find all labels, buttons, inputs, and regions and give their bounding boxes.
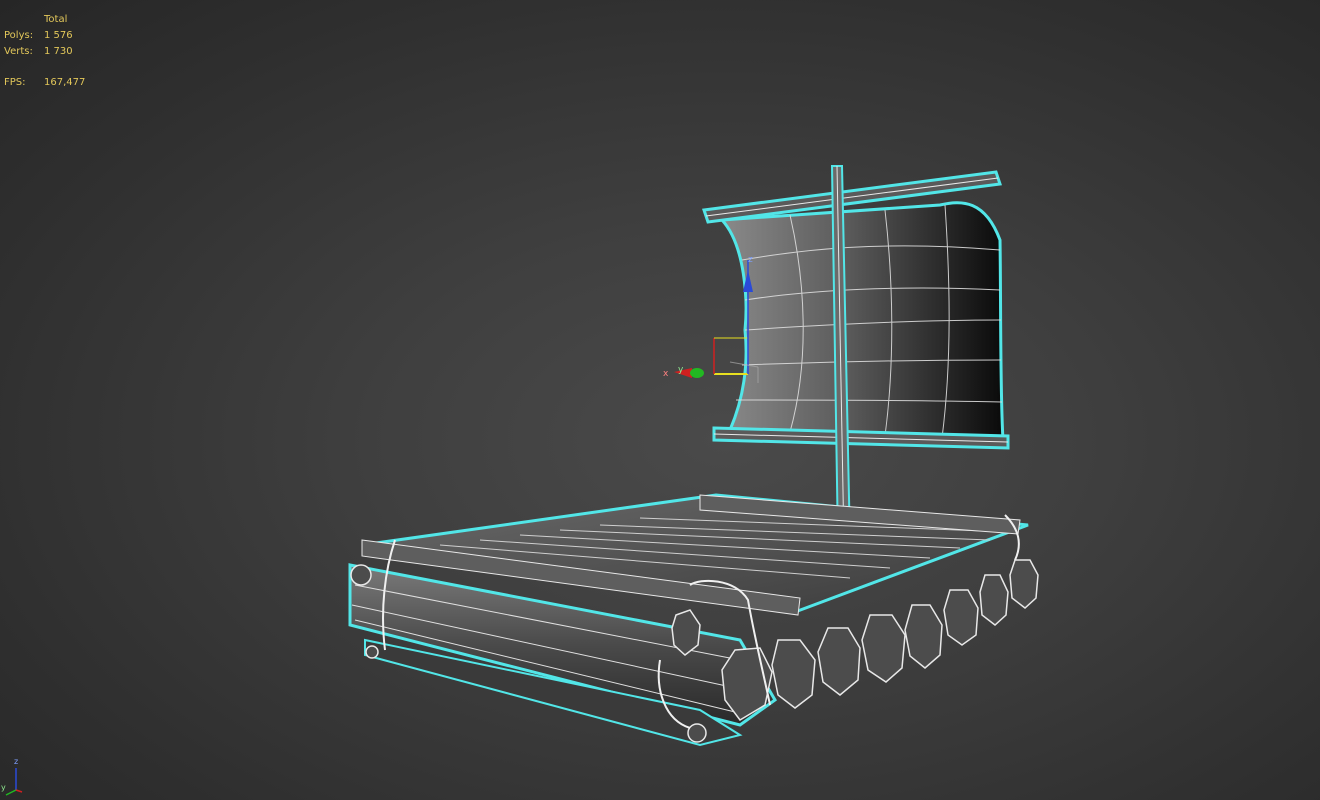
- sail-mesh[interactable]: [718, 201, 1005, 442]
- viewport[interactable]: Total Polys: 1 576 Verts: 1 730 FPS: 167,47…: [0, 0, 1320, 800]
- scene-canvas: z x y z y: [1, 165, 1039, 796]
- view-axis-y-label: y: [1, 783, 6, 792]
- view-axis-tripod: [5, 768, 23, 796]
- view-axis-z-label: z: [14, 757, 18, 766]
- raft-model[interactable]: [348, 165, 1039, 747]
- gizmo-y-label: y: [678, 365, 684, 375]
- gizmo-z-label: z: [748, 255, 753, 265]
- gizmo-x-label: x: [663, 369, 669, 379]
